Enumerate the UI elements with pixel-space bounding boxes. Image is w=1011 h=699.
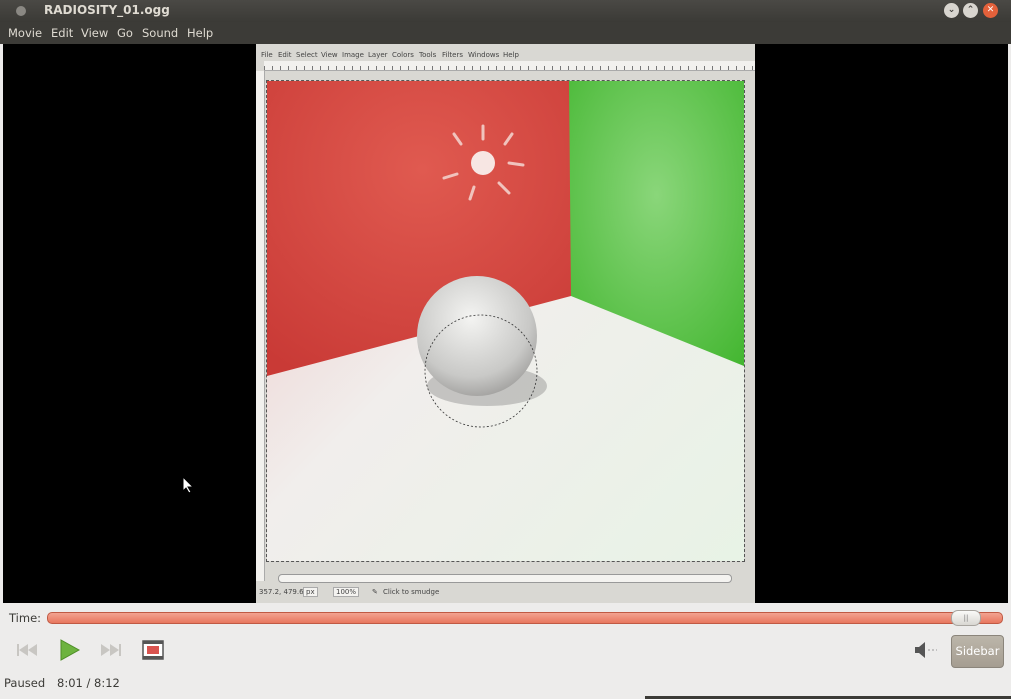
gimp-menu-help: Help [503, 51, 519, 59]
title-bar: RADIOSITY_01.ogg ⌄ ⌃ ✕ [0, 0, 1011, 22]
skip-back-icon [17, 644, 37, 656]
gimp-menu-colors: Colors [392, 51, 414, 59]
gimp-zoom-select: 100% [333, 587, 360, 597]
next-chapter-button[interactable] [97, 636, 125, 664]
time-label: Time: [9, 611, 42, 625]
menu-view[interactable]: View [81, 26, 108, 40]
gimp-status-message: Click to smudge [383, 588, 440, 596]
gimp-unit-select: px [303, 587, 318, 597]
minimize-button[interactable]: ⌄ [944, 3, 959, 18]
seek-slider[interactable] [47, 612, 1003, 624]
gimp-menu-view: View [321, 51, 338, 59]
gimp-menu-select: Select [296, 51, 318, 59]
gimp-statusbar: 357.2, 479.6 px 100% ✎ Click to smudge [256, 585, 755, 599]
maximize-button[interactable]: ⌃ [963, 3, 978, 18]
close-button[interactable]: ✕ [983, 3, 998, 18]
gimp-menu-layer: Layer [368, 51, 388, 59]
previous-chapter-button[interactable] [13, 636, 41, 664]
window-title: RADIOSITY_01.ogg [44, 3, 170, 17]
video-frame-gimp: File Edit Select View Image Layer Colors… [256, 44, 755, 603]
play-button[interactable] [55, 636, 83, 664]
menu-go[interactable]: Go [117, 26, 133, 40]
menu-bar: Movie Edit View Go Sound Help [0, 22, 1011, 44]
gimp-brush-icon: ✎ [372, 588, 378, 596]
menu-help[interactable]: Help [187, 26, 213, 40]
gimp-horizontal-scrollbar [278, 574, 732, 583]
skip-forward-icon [101, 644, 121, 656]
menu-sound[interactable]: Sound [142, 26, 178, 40]
seek-slider-thumb[interactable]: || [951, 610, 981, 626]
volume-button[interactable] [912, 636, 940, 664]
gimp-menu-windows: Windows [468, 51, 500, 59]
radiosity-painting [267, 81, 744, 561]
fullscreen-icon [142, 640, 164, 660]
video-area[interactable]: File Edit Select View Image Layer Colors… [3, 44, 1008, 603]
gimp-menu-filters: Filters [442, 51, 463, 59]
gimp-menu-edit: Edit [278, 51, 292, 59]
playback-time: 8:01 / 8:12 [57, 676, 120, 690]
sidebar-button[interactable]: Sidebar [951, 635, 1004, 668]
gimp-menubar: File Edit Select View Image Layer Colors… [256, 48, 755, 60]
gimp-horizontal-ruler [264, 61, 755, 71]
play-icon [60, 639, 80, 661]
window-menu-icon[interactable] [16, 6, 26, 16]
gimp-menu-image: Image [342, 51, 364, 59]
speaker-icon [915, 642, 937, 658]
painting-canvas [266, 80, 745, 562]
playback-state: Paused [4, 676, 46, 690]
menu-edit[interactable]: Edit [51, 26, 73, 40]
gimp-menu-tools: Tools [419, 51, 437, 59]
menu-movie[interactable]: Movie [8, 26, 42, 40]
fullscreen-button[interactable] [139, 636, 167, 664]
player-window: RADIOSITY_01.ogg ⌄ ⌃ ✕ Movie Edit View G… [0, 0, 1011, 699]
mouse-cursor-icon [182, 475, 195, 498]
gimp-coordinates: 357.2, 479.6 [259, 588, 304, 596]
gimp-menu-file: File [261, 51, 273, 59]
gimp-vertical-ruler [256, 71, 265, 581]
